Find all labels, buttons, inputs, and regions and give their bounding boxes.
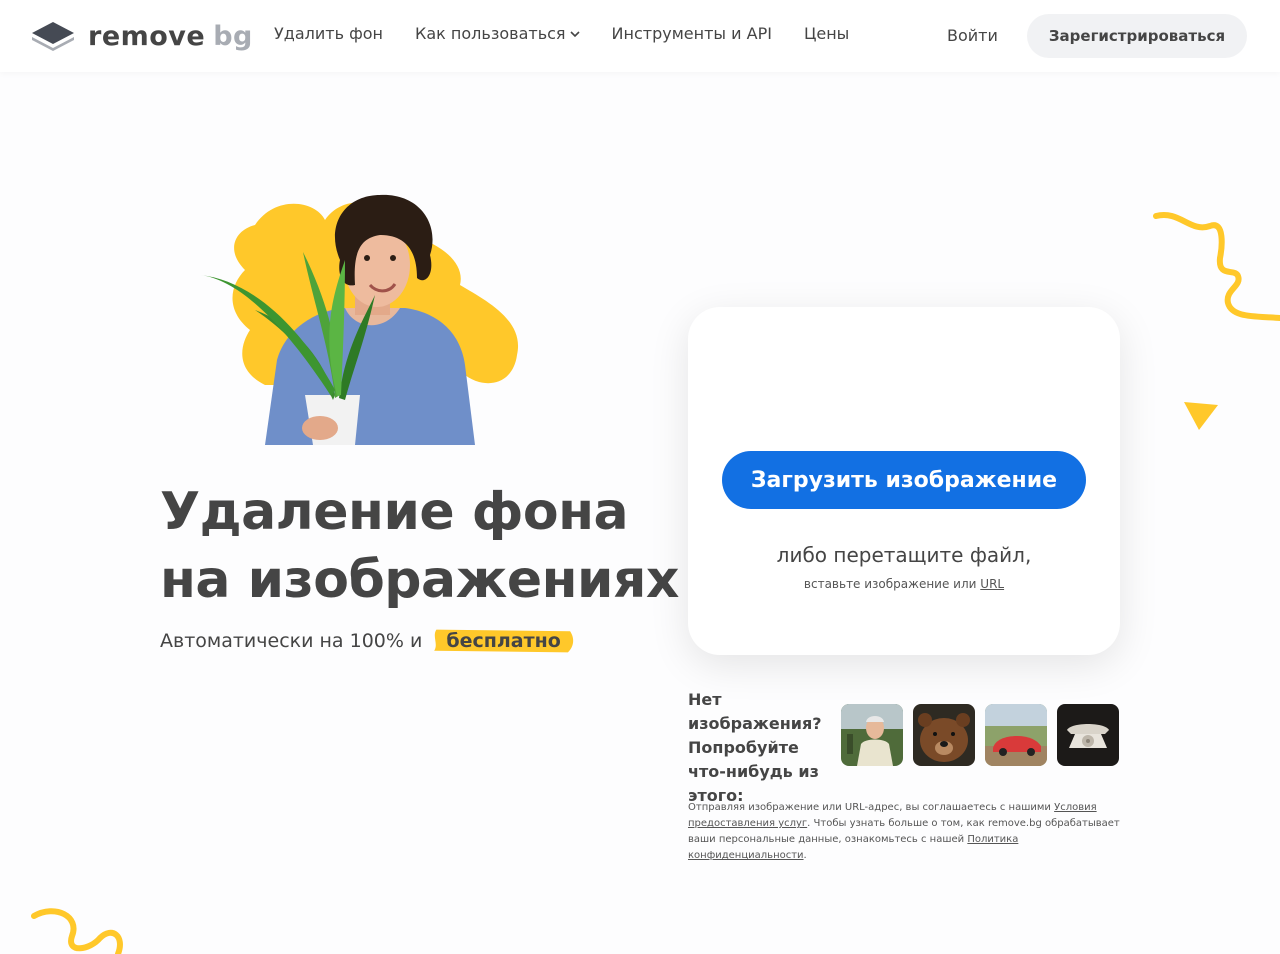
- sample-car-thumbnail[interactable]: [985, 704, 1047, 766]
- decorative-squiggle: [1153, 212, 1280, 321]
- url-link[interactable]: URL: [980, 577, 1004, 591]
- hero-headline: Удаление фона на изображениях: [160, 482, 679, 610]
- hero-subline: Автоматически на 100% и бесплатно: [160, 628, 575, 654]
- nav-tools-api[interactable]: Инструменты и API: [612, 24, 772, 43]
- logo-text-remove: remove: [88, 20, 206, 52]
- nav-remove-bg[interactable]: Удалить фон: [274, 24, 383, 43]
- signup-button[interactable]: Зарегистрироваться: [1027, 14, 1247, 58]
- nav-pricing[interactable]: Цены: [804, 24, 849, 43]
- logo-icon: [32, 22, 74, 51]
- sample-bear-thumbnail[interactable]: [913, 704, 975, 766]
- upload-image-button[interactable]: Загрузить изображение: [722, 451, 1086, 509]
- decorative-triangle: [1184, 402, 1218, 430]
- hero-sub-prefix: Автоматически на 100% и: [160, 630, 423, 652]
- legal-notice: Отправляя изображение или URL-адрес, вы …: [688, 802, 1120, 861]
- paste-hint: вставьте изображение или URL: [803, 577, 1005, 591]
- sample-telephone-thumbnail[interactable]: [1057, 704, 1119, 766]
- logo[interactable]: remove bg: [30, 18, 253, 54]
- logo-text-bg: bg: [213, 20, 253, 52]
- login-link[interactable]: Войти: [947, 26, 998, 45]
- nav-how-to-use[interactable]: Как пользоваться: [415, 24, 580, 43]
- drop-hint: либо перетащите файл,: [776, 543, 1032, 567]
- samples-label: Нет изображения? Попробуйте что-нибудь и…: [688, 690, 822, 805]
- chevron-down-icon: [569, 30, 580, 37]
- sample-thumbnails: [841, 704, 1119, 766]
- sample-man-thumbnail[interactable]: [841, 704, 903, 766]
- upload-card[interactable]: Загрузить изображение либо перетащите фа…: [688, 307, 1120, 655]
- free-highlight: бесплатно: [432, 628, 574, 654]
- hero-illustration: [200, 194, 519, 445]
- main-nav: Удалить фон Как пользоваться Инструменты…: [274, 24, 849, 43]
- header: remove bg Удалить фон Как пользоваться Ин…: [0, 0, 1280, 72]
- decorative-squiggle-bottom: [31, 908, 123, 954]
